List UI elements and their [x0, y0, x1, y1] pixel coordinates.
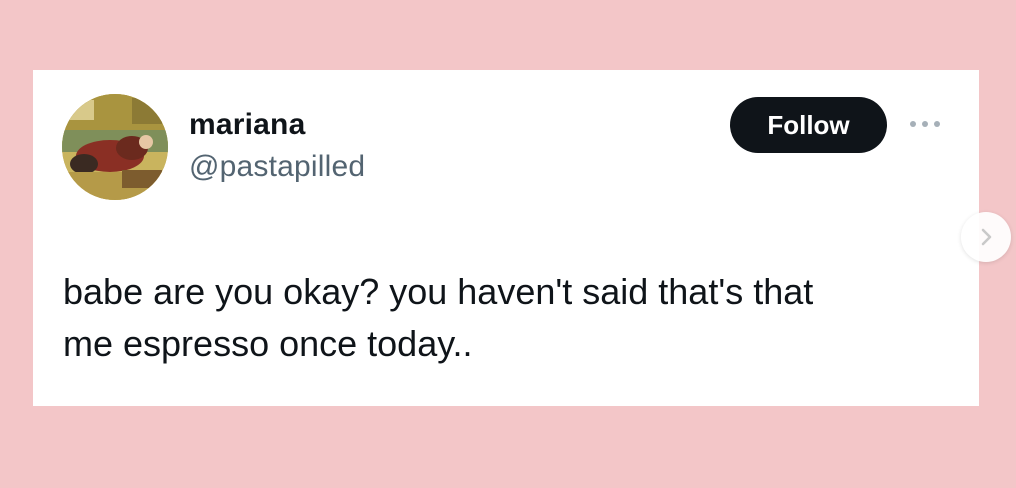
- display-name[interactable]: mariana: [189, 108, 305, 142]
- follow-button[interactable]: Follow: [730, 97, 887, 153]
- page: mariana @pastapilled Follow babe are you…: [0, 0, 1016, 488]
- carousel-next-button[interactable]: [961, 212, 1011, 262]
- tweet-text: babe are you okay? you haven't said that…: [63, 271, 814, 364]
- user-handle[interactable]: @pastapilled: [189, 150, 365, 184]
- avatar[interactable]: [62, 94, 168, 200]
- more-options-button[interactable]: [905, 112, 945, 136]
- more-horizontal-icon: [910, 121, 940, 127]
- tweet-card: mariana @pastapilled Follow babe are you…: [33, 70, 979, 406]
- avatar-image: [62, 94, 168, 200]
- chevron-right-icon: [981, 228, 992, 246]
